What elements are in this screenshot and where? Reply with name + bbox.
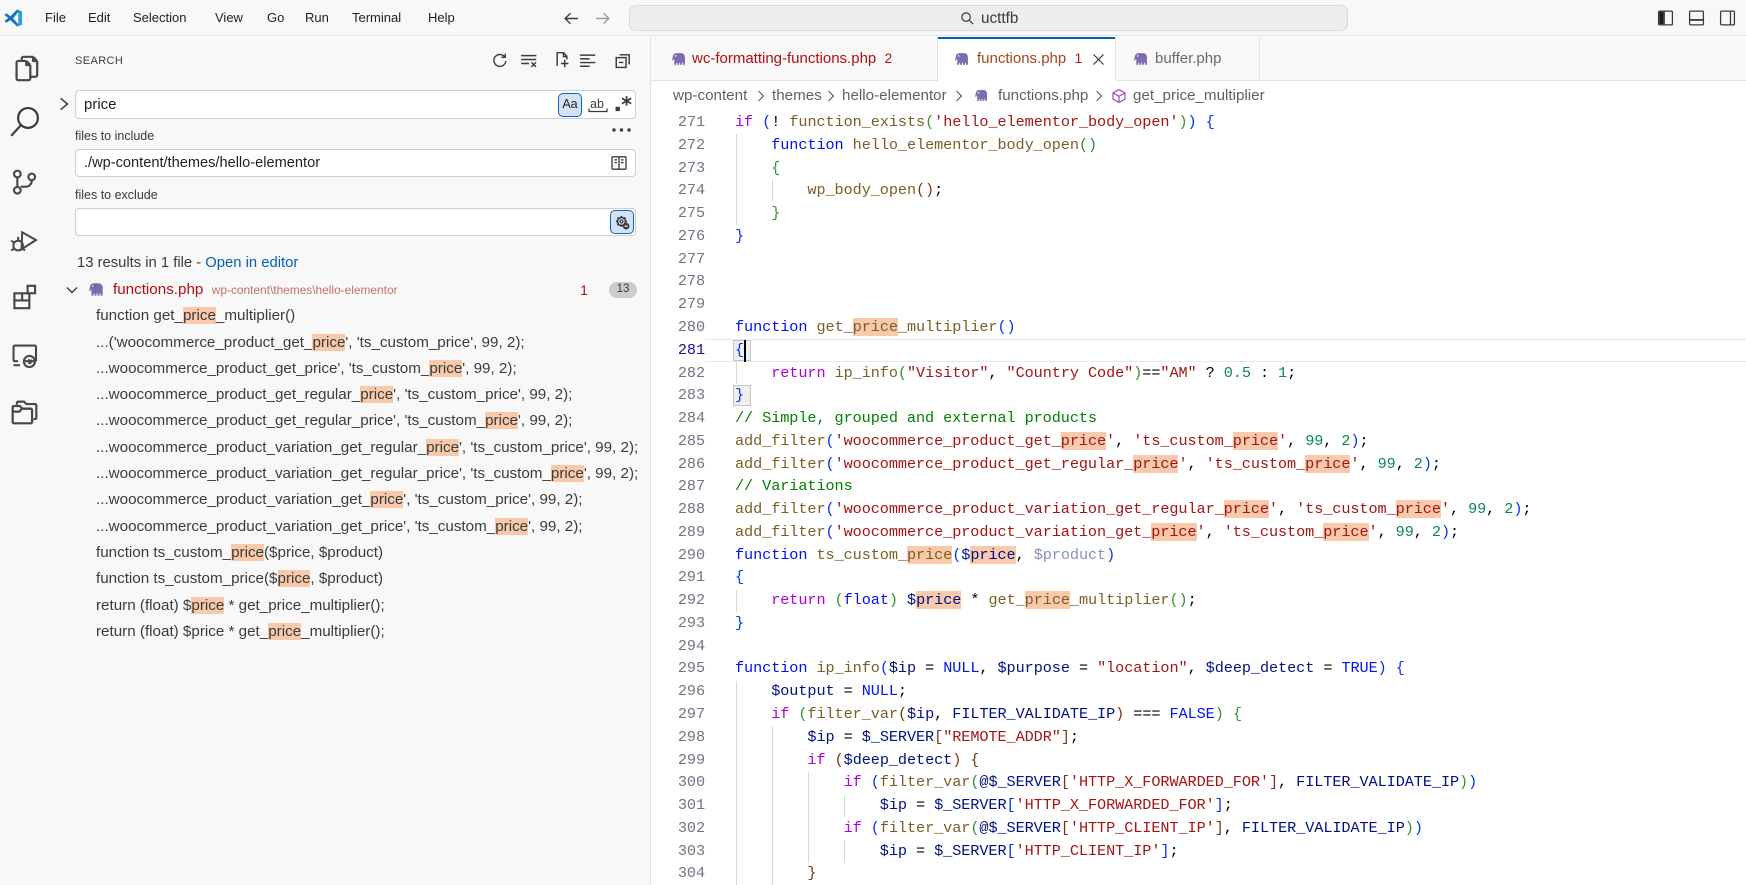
svg-text:ab: ab bbox=[590, 97, 604, 111]
